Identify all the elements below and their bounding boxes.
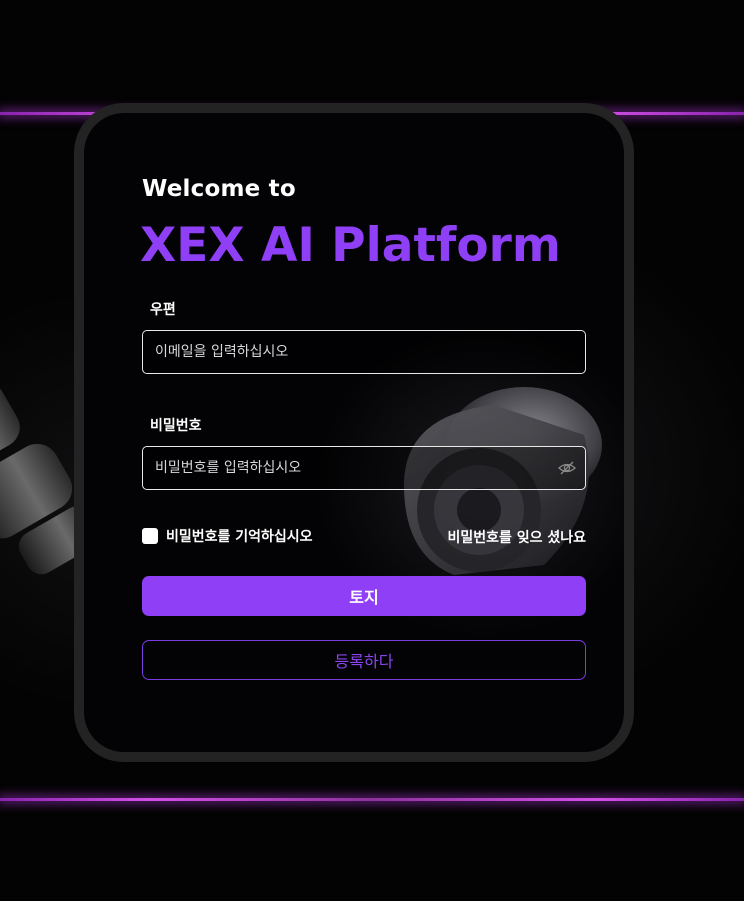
eye-off-icon[interactable]: [558, 460, 576, 476]
register-button[interactable]: 등록하다: [142, 640, 586, 680]
email-input[interactable]: [142, 330, 586, 374]
password-label: 비밀번호: [150, 418, 202, 434]
password-input[interactable]: [142, 446, 586, 490]
login-card-frame: Welcome to XEX AI Platform 우편 비밀번호 비밀번호를…: [74, 103, 634, 762]
glow-line-bottom: [0, 798, 744, 801]
remember-checkbox[interactable]: [142, 528, 158, 544]
login-page: Welcome to XEX AI Platform 우편 비밀번호 비밀번호를…: [0, 0, 744, 901]
brand-title: XEX AI Platform: [140, 218, 561, 273]
login-card: Welcome to XEX AI Platform 우편 비밀번호 비밀번호를…: [84, 113, 624, 752]
login-button[interactable]: 토지: [142, 576, 586, 616]
email-label: 우편: [150, 302, 176, 318]
remember-label[interactable]: 비밀번호를 기억하십시오: [166, 526, 313, 546]
decorative-object-left: [0, 381, 80, 575]
welcome-text: Welcome to: [142, 176, 296, 202]
remember-me: 비밀번호를 기억하십시오: [142, 526, 313, 546]
forgot-password-link[interactable]: 비밀번호를 잊으 셨나요: [447, 527, 586, 547]
